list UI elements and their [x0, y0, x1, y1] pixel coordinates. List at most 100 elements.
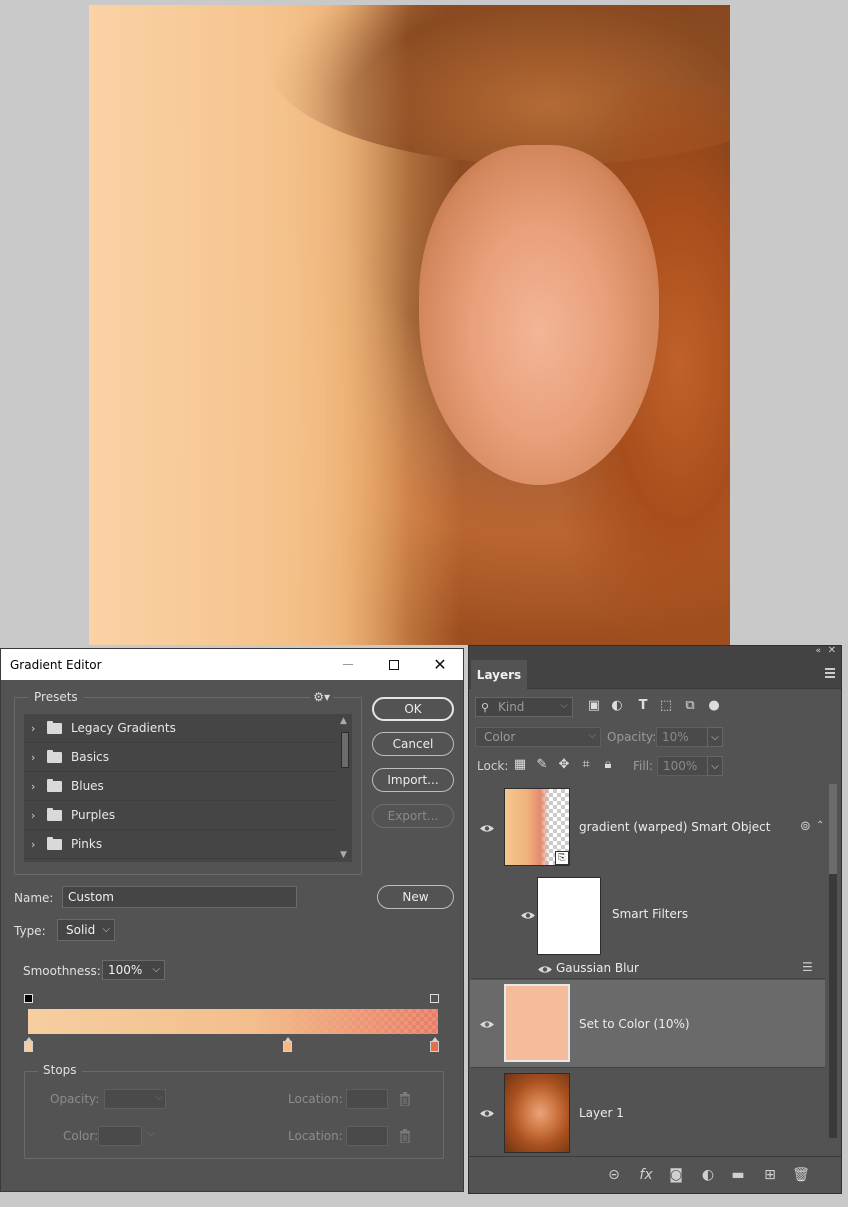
presets-scrollbar[interactable]: ▲ ▼ [338, 714, 352, 862]
lock-image-pixels-icon[interactable]: ✎ [535, 758, 549, 772]
filter-smart-objects-icon[interactable]: ⧉ [683, 699, 697, 713]
chevron-right-icon[interactable]: › [31, 809, 43, 822]
add-mask-icon[interactable]: ◙ [667, 1167, 685, 1183]
panel-tabbar: Layers [469, 660, 841, 689]
cancel-button[interactable]: Cancel [372, 732, 454, 756]
layer-row-smart-object[interactable]: ⎘ gradient (warped) Smart Object ⊚ ⌃ Sma… [470, 784, 826, 979]
fill-label: Fill: [633, 759, 654, 773]
scroll-up-icon[interactable]: ▲ [340, 716, 347, 726]
preset-folder-label: Legacy Gradients [71, 721, 176, 735]
photo-layer-thumbnail [504, 1073, 570, 1153]
new-group-folder-icon[interactable]: ▬ [729, 1167, 747, 1183]
close-panel-icon[interactable]: ✕ [828, 645, 836, 656]
layer-row-set-to-color[interactable]: Set to Color (10%) [470, 980, 826, 1068]
layer-name: gradient (warped) Smart Object [579, 820, 771, 834]
stops-label: Stops [38, 1063, 82, 1077]
ok-button[interactable]: OK [372, 697, 454, 721]
opacity-stop-right[interactable] [430, 994, 439, 1003]
chevron-right-icon[interactable]: › [31, 838, 43, 851]
preset-folder-purples[interactable]: › Purples [24, 801, 352, 830]
scroll-thumb[interactable] [341, 732, 349, 768]
panel-menu-icon[interactable] [825, 668, 835, 680]
folder-icon [47, 836, 62, 850]
chevron-right-icon[interactable]: › [31, 780, 43, 793]
link-layers-icon[interactable]: ⊝ [605, 1167, 623, 1183]
blend-mode-select[interactable]: Color ⌵ [475, 727, 601, 747]
import-button[interactable]: Import... [372, 768, 454, 792]
layer-name[interactable]: Gaussian Blur [556, 961, 639, 975]
color-stop-left[interactable] [24, 1037, 33, 1052]
collapse-effects-icon[interactable]: ⌃ [816, 820, 824, 831]
filter-kind-select[interactable]: ⚲ Kind ⌵ [475, 697, 573, 717]
stop-location-label: Location: [288, 1129, 343, 1143]
eye-icon[interactable] [480, 824, 494, 833]
presets-group: Presets ⚙▾ › Legacy Gradients › Basics ›… [14, 690, 362, 875]
close-button[interactable]: ✕ [417, 649, 463, 680]
name-label: Name: [14, 891, 54, 905]
scroll-thumb[interactable] [829, 784, 837, 874]
preset-folder-label: Basics [71, 750, 110, 764]
delete-layer-trash-icon[interactable]: 🗑︎ [792, 1167, 810, 1183]
gradient-name-input[interactable]: Custom [62, 886, 297, 908]
lock-position-icon[interactable]: ✥ [557, 758, 571, 772]
chevron-right-icon[interactable]: › [31, 722, 43, 735]
type-select-value: Solid [66, 923, 96, 937]
eye-icon[interactable] [521, 911, 535, 920]
eye-icon[interactable] [480, 1109, 494, 1118]
canvas-document[interactable] [89, 5, 730, 645]
filter-blending-options-icon[interactable]: ☰ [802, 960, 813, 974]
preset-folder-legacy-gradients[interactable]: › Legacy Gradients [24, 714, 352, 743]
chevron-right-icon[interactable]: › [31, 751, 43, 764]
scroll-down-icon[interactable]: ▼ [340, 850, 347, 860]
folder-icon [47, 778, 62, 792]
opacity-dropdown-chevron-icon[interactable]: ⌵ [707, 727, 723, 747]
layer-style-fx-icon[interactable]: fx [637, 1167, 655, 1183]
collapse-panel-icon[interactable]: « [815, 646, 821, 656]
filter-pixel-layers-icon[interactable]: ▣ [587, 699, 601, 713]
eye-icon[interactable] [538, 965, 552, 974]
preset-folder-label: Purples [71, 808, 116, 822]
gradient-editor-dialog: Gradient Editor ✕ Presets ⚙▾ › Legacy Gr… [0, 648, 464, 1192]
chevron-down-icon: ⌵ [588, 730, 596, 741]
minimize-button[interactable] [325, 649, 371, 680]
new-layer-icon[interactable]: ⊞ [761, 1167, 779, 1183]
stop-opacity-location-input [346, 1089, 388, 1109]
gradient-preview-bar[interactable] [28, 1009, 438, 1034]
lock-transparent-pixels-icon[interactable]: ▦ [513, 758, 527, 772]
filter-kind-label: Kind [498, 700, 525, 714]
color-stop-middle[interactable] [283, 1037, 292, 1052]
close-icon: ✕ [433, 654, 447, 674]
layers-scrollbar[interactable] [825, 784, 841, 1158]
lock-artboard-icon[interactable]: ⌗ [579, 758, 593, 772]
preset-folder-pinks[interactable]: › Pinks [24, 830, 352, 859]
layer-row-layer-1[interactable]: Layer 1 [470, 1069, 826, 1158]
filter-shape-layers-icon[interactable]: ⬚ [659, 699, 673, 713]
smoothness-input[interactable]: 100% ⌵ [102, 960, 165, 980]
preset-folder-blues[interactable]: › Blues [24, 772, 352, 801]
stop-opacity-label: Opacity: [50, 1092, 100, 1106]
type-select[interactable]: Solid ⌵ [57, 919, 115, 941]
filter-adjustment-layers-icon[interactable]: ◐ [610, 699, 624, 713]
lock-all-icon[interactable]: 🔒︎ [601, 758, 615, 772]
eye-icon[interactable] [480, 1020, 494, 1029]
preset-folder-basics[interactable]: › Basics [24, 743, 352, 772]
dialog-titlebar[interactable]: Gradient Editor ✕ [1, 649, 463, 680]
fill-dropdown-chevron-icon[interactable]: ⌵ [707, 756, 723, 776]
maximize-button[interactable] [371, 649, 417, 680]
color-stop-right[interactable] [430, 1037, 439, 1052]
adjustment-layer-icon[interactable]: ◐ [699, 1167, 717, 1183]
type-label: Type: [14, 924, 46, 938]
preset-folder-label: Pinks [71, 837, 103, 851]
fill-input[interactable]: 100% [657, 756, 709, 776]
new-button[interactable]: New [377, 885, 454, 909]
filter-type-layers-icon[interactable]: T [636, 699, 650, 713]
opacity-stop-left[interactable] [24, 994, 33, 1003]
tab-layers[interactable]: Layers [471, 660, 527, 689]
panel-header-strip[interactable]: « ✕ [469, 645, 841, 660]
presets-settings-gear-icon[interactable]: ⚙▾ [310, 690, 333, 704]
opacity-input[interactable]: 10% [656, 727, 708, 747]
stop-opacity-input: ⌵ [104, 1089, 166, 1109]
smart-object-thumbnail: ⎘ [504, 788, 570, 866]
smart-object-link-icon[interactable]: ⊚ [800, 819, 811, 834]
filter-toggle-icon[interactable]: ● [707, 699, 721, 713]
